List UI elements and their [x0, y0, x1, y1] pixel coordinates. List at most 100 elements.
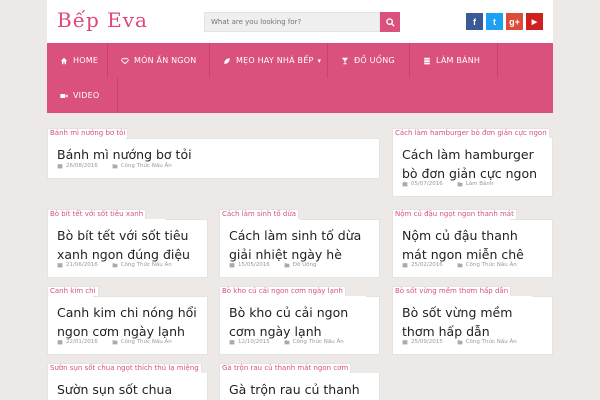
nav-do-uong-label: ĐỒ UỐNG — [354, 56, 395, 65]
post-category[interactable]: Công Thức Nấu Ăn — [293, 339, 344, 345]
google-plus-icon[interactable]: g+ — [506, 13, 523, 30]
nav-video[interactable]: VIDEO — [47, 78, 118, 113]
folder-icon — [457, 339, 463, 345]
nav-mon-an-ngon[interactable]: MÓN ĂN NGON — [108, 43, 210, 78]
post-category-tag[interactable]: Cách làm sinh tố dừa — [219, 209, 300, 219]
post-category-tag[interactable]: Canh kim chi — [47, 286, 99, 296]
post-category-tag[interactable]: Cách làm hamburger bò đơn giản cực ngon — [392, 128, 550, 138]
post-category-tag[interactable]: Sườn sụn sốt chua ngọt thích thú lạ miện… — [47, 363, 202, 373]
post-title[interactable]: Cách làm sinh tố dừa giải nhiệt ngày hè — [229, 226, 371, 264]
post-meta: 21/06/2016 Công Thức Nấu Ăn — [57, 262, 172, 268]
post-category-tag[interactable]: Nộm củ đậu ngọt ngon thanh mát — [392, 209, 517, 219]
post-date: 25/09/2015 — [411, 339, 443, 345]
social-links: f t g+ ▶ — [466, 13, 543, 30]
search-input[interactable] — [204, 12, 380, 32]
nav-do-uong[interactable]: ĐỒ UỐNG — [328, 43, 410, 78]
post-category-tag[interactable]: Bò bít tết với sốt tiêu xanh — [47, 209, 147, 219]
post-title[interactable]: Cách làm hamburger bò đơn giản cực ngon — [402, 145, 544, 183]
post-card[interactable]: Bánh mì nướng bơ tỏi Bánh mì nướng bơ tỏ… — [47, 128, 380, 179]
calendar-icon — [402, 339, 408, 345]
nav-lam-banh-label: LÀM BÁNH — [436, 56, 481, 65]
post-title[interactable]: Bò bít tết với sốt tiêu xanh ngon đúng đ… — [57, 226, 199, 264]
nav-video-label: VIDEO — [73, 91, 100, 100]
calendar-icon — [57, 163, 63, 169]
post-card[interactable]: Sườn sụn sốt chua ngọt thích thú lạ miện… — [47, 363, 208, 400]
post-meta: 26/08/2016 Công Thức Nấu Ăn — [57, 163, 172, 169]
site-logo[interactable]: Bếp Eva — [57, 8, 148, 32]
nav-lam-banh[interactable]: LÀM BÁNH — [410, 43, 498, 78]
post-card[interactable]: Nộm củ đậu ngọt ngon thanh mát Nộm củ đậ… — [392, 209, 553, 278]
post-category[interactable]: Làm Bánh — [466, 181, 494, 187]
nav-mon-an-ngon-label: MÓN ĂN NGON — [134, 56, 197, 65]
post-title[interactable]: Bò sốt vừng mềm thơm hấp dẫn — [402, 303, 544, 341]
folder-icon — [457, 181, 463, 187]
glass-icon — [341, 57, 349, 65]
post-category[interactable]: Công Thức Nấu Ăn — [466, 339, 517, 345]
post-card[interactable]: Bò bít tết với sốt tiêu xanh Bò bít tết … — [47, 209, 208, 278]
folder-icon — [112, 163, 118, 169]
home-icon — [60, 57, 68, 65]
header-bar: Bếp Eva f t g+ ▶ — [47, 0, 553, 43]
calendar-icon — [402, 262, 408, 268]
post-meta: 12/10/2015 Công Thức Nấu Ăn — [229, 339, 344, 345]
post-card[interactable]: Bò kho củ cải ngon cơm ngày lạnh Bò kho … — [219, 286, 380, 355]
post-title[interactable]: Bánh mì nướng bơ tỏi — [57, 145, 371, 164]
post-category-tag[interactable]: Bò sốt vừng mềm thơm hấp dẫn — [392, 286, 512, 296]
post-category[interactable]: Công Thức Nấu Ăn — [121, 262, 172, 268]
nav-home[interactable]: HOME — [47, 43, 108, 78]
post-date: 15/05/2016 — [238, 262, 270, 268]
nav-home-label: HOME — [73, 56, 99, 65]
post-date: 22/01/2016 — [66, 339, 98, 345]
post-title[interactable]: Bò kho củ cải ngon cơm ngày lạnh — [229, 303, 371, 341]
post-date: 05/07/2016 — [411, 181, 443, 187]
post-date: 25/02/2016 — [411, 262, 443, 268]
post-date: 26/08/2016 — [66, 163, 98, 169]
search-icon — [385, 17, 395, 27]
chevron-down-icon: ▾ — [317, 56, 322, 65]
calendar-icon — [229, 339, 235, 345]
youtube-icon[interactable]: ▶ — [526, 13, 543, 30]
post-date: 21/06/2016 — [66, 262, 98, 268]
folder-icon — [457, 262, 463, 268]
calendar-icon — [57, 339, 63, 345]
post-card[interactable]: Canh kim chi Canh kim chi nóng hổi ngon … — [47, 286, 208, 355]
search-button[interactable] — [380, 12, 400, 32]
folder-icon — [112, 339, 118, 345]
post-meta: 05/07/2016 Làm Bánh — [402, 181, 493, 187]
folder-icon — [284, 262, 290, 268]
post-meta: 22/01/2016 Công Thức Nấu Ăn — [57, 339, 172, 345]
post-card[interactable]: Gà trộn rau củ thanh mát ngon cơm Gà trộ… — [219, 363, 380, 400]
post-category-tag[interactable]: Bánh mì nướng bơ tỏi — [47, 128, 129, 138]
calendar-icon — [57, 262, 63, 268]
folder-icon — [112, 262, 118, 268]
video-camera-icon — [60, 92, 68, 100]
post-category[interactable]: Công Thức Nấu Ăn — [121, 163, 172, 169]
post-title[interactable]: Nộm củ đậu thanh mát ngon miễn chê — [402, 226, 544, 264]
post-category-tag[interactable]: Gà trộn rau củ thanh mát ngon cơm — [219, 363, 352, 373]
nav-meo-hay[interactable]: MẸO HAY NHÀ BẾP ▾ — [210, 43, 328, 78]
post-title[interactable]: Canh kim chi nóng hổi ngon cơm ngày lạnh — [57, 303, 199, 341]
post-card[interactable]: Bò sốt vừng mềm thơm hấp dẫn Bò sốt vừng… — [392, 286, 553, 355]
search-form — [204, 12, 400, 32]
post-meta: 15/05/2016 Đồ Uống — [229, 262, 316, 268]
post-title[interactable]: Gà trộn rau củ thanh mát — [229, 380, 371, 400]
post-card[interactable]: Cách làm sinh tố dừa Cách làm sinh tố dừ… — [219, 209, 380, 278]
calendar-icon — [402, 181, 408, 187]
heart-icon — [121, 57, 129, 65]
folder-icon — [284, 339, 290, 345]
post-meta: 25/02/2016 Công Thức Nấu Ăn — [402, 262, 517, 268]
post-card[interactable]: Cách làm hamburger bò đơn giản cực ngon … — [392, 128, 553, 197]
post-date: 12/10/2015 — [238, 339, 270, 345]
cake-icon — [423, 57, 431, 65]
facebook-icon[interactable]: f — [466, 13, 483, 30]
main-nav: HOME MÓN ĂN NGON MẸO HAY NHÀ BẾP ▾ ĐỒ UỐ… — [47, 43, 553, 113]
post-category[interactable]: Đồ Uống — [293, 262, 317, 268]
nav-meo-hay-label: MẸO HAY NHÀ BẾP — [236, 56, 314, 65]
post-meta: 25/09/2015 Công Thức Nấu Ăn — [402, 339, 517, 345]
post-title[interactable]: Sườn sụn sốt chua ngọt — [57, 380, 199, 400]
post-category[interactable]: Công Thức Nấu Ăn — [121, 339, 172, 345]
post-category[interactable]: Công Thức Nấu Ăn — [466, 262, 517, 268]
twitter-icon[interactable]: t — [486, 13, 503, 30]
leaf-icon — [223, 57, 231, 65]
post-category-tag[interactable]: Bò kho củ cải ngon cơm ngày lạnh — [219, 286, 346, 296]
